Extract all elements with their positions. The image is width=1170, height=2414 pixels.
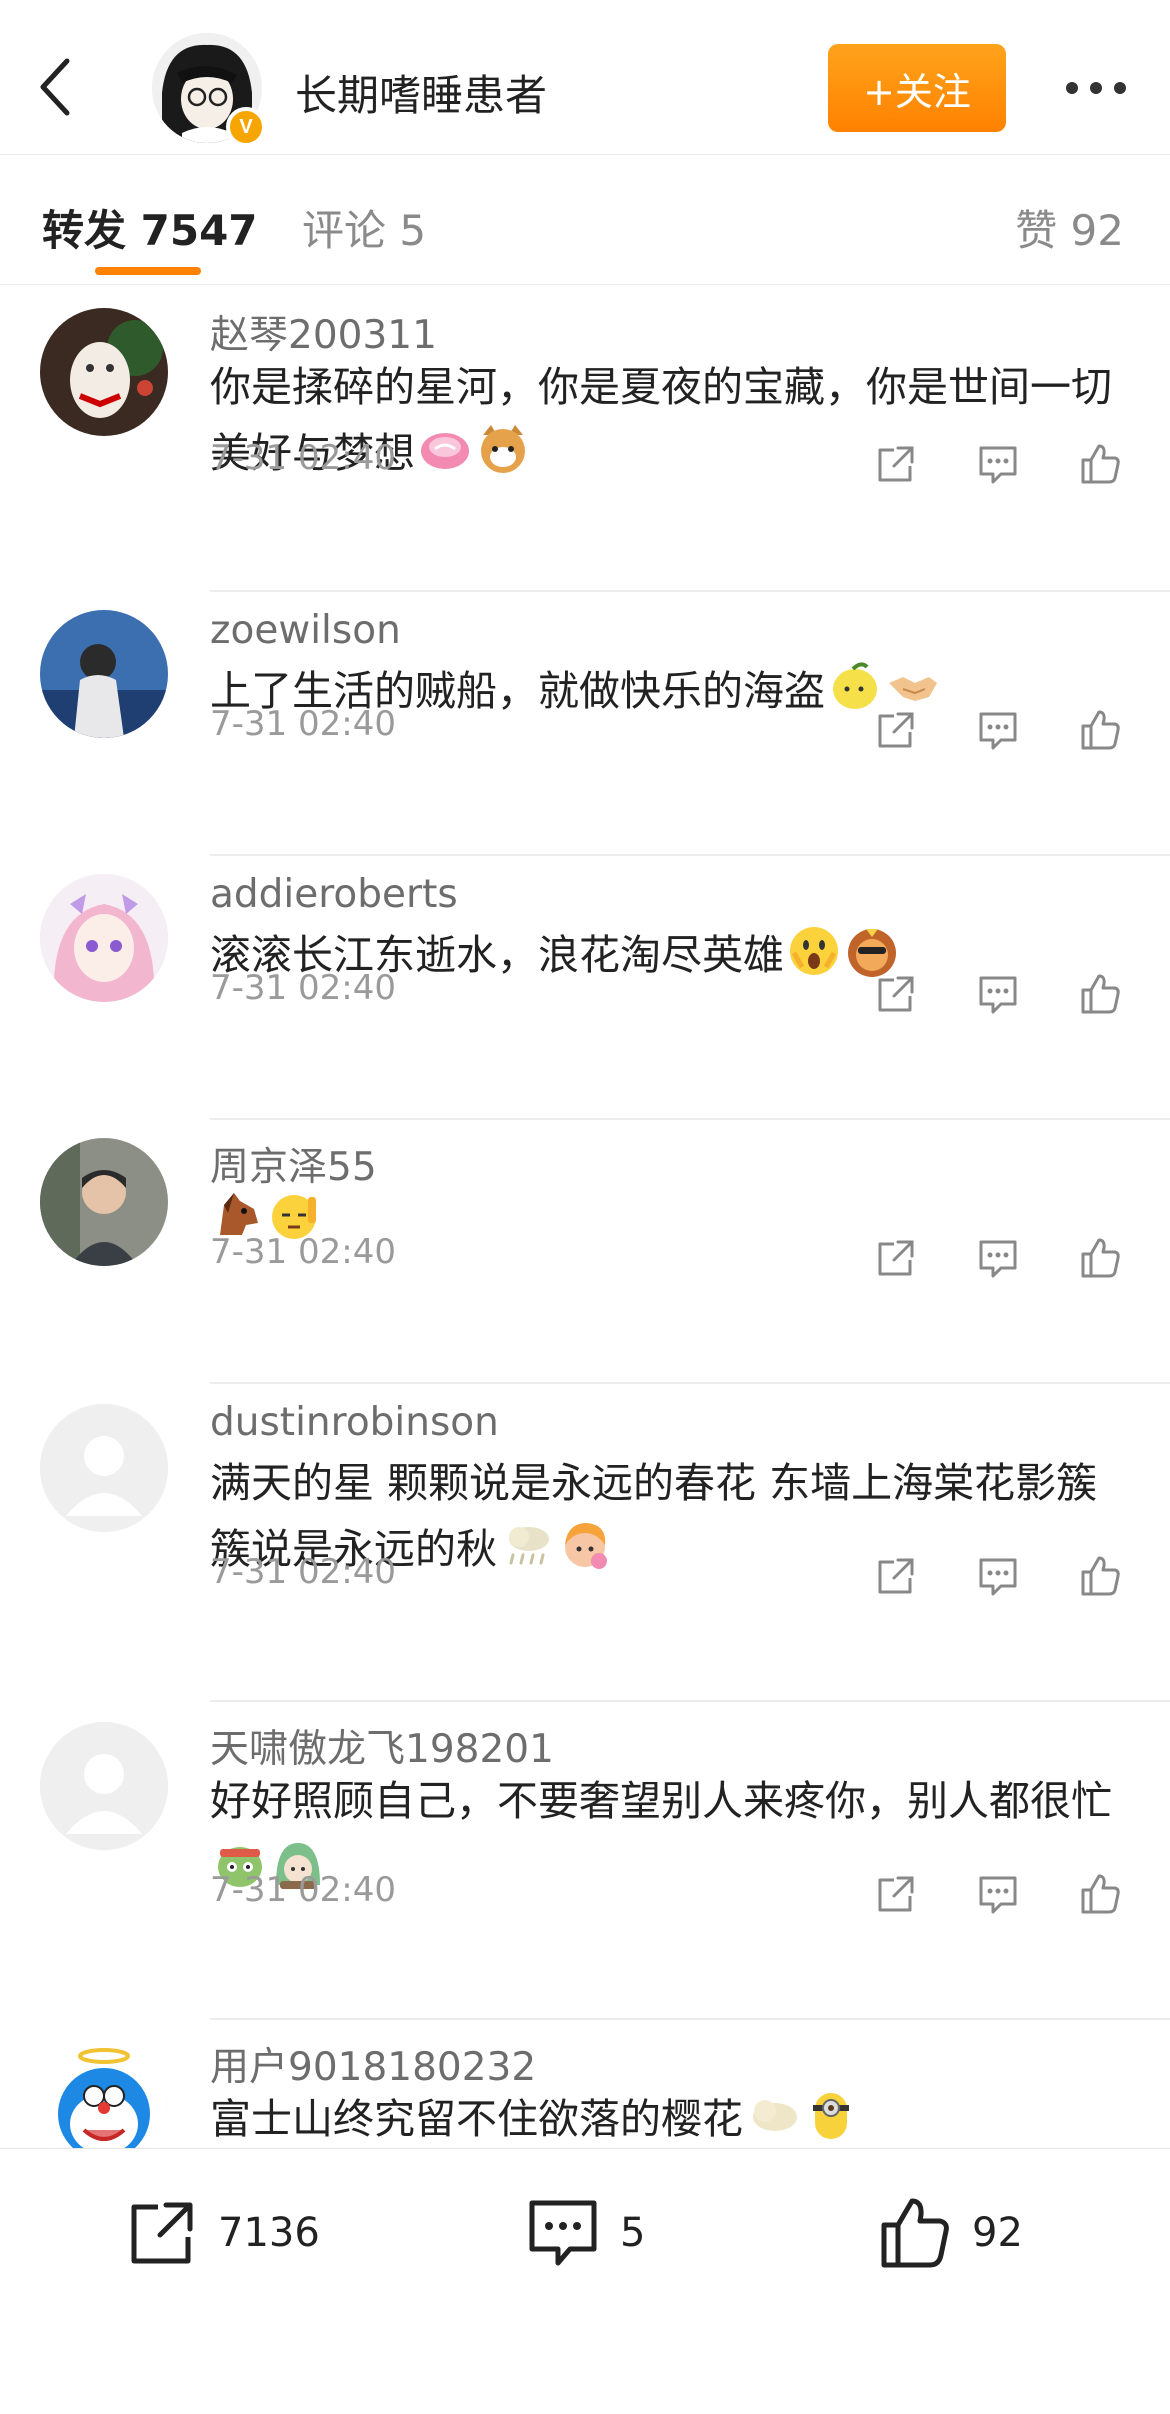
- active-tab-indicator: [95, 267, 201, 275]
- username[interactable]: 赵琴200311: [210, 304, 437, 360]
- repost-text: 富士山终究留不住欲落的樱花: [210, 2086, 1130, 2148]
- list-item: 天啸傲龙飞198201 好好照顾自己，不要奢望别人来疼你，别人都很忙 7-31 …: [0, 1702, 1170, 2020]
- repost-icon[interactable]: [868, 436, 924, 492]
- follow-button[interactable]: +关注: [828, 44, 1006, 132]
- list-item: addieroberts 滚滚长江东逝水，浪花淘尽英雄 7-31 02:40: [0, 856, 1170, 1120]
- repost-icon[interactable]: [868, 1548, 924, 1604]
- cat-emoji-icon: [481, 425, 525, 473]
- comment-icon[interactable]: [970, 1866, 1026, 1922]
- like-icon[interactable]: [1072, 1548, 1128, 1604]
- comment-icon[interactable]: [970, 436, 1026, 492]
- avatar[interactable]: [40, 1404, 168, 1532]
- username[interactable]: zoewilson: [210, 608, 401, 653]
- username[interactable]: 周京泽55: [210, 1136, 377, 1192]
- bottom-action-bar: 7136 5 92: [0, 2148, 1170, 2414]
- timestamp: 7-31 02:40: [210, 438, 396, 478]
- top-bar: V 长期嗜睡患者 +关注: [0, 0, 1170, 155]
- repost-text-body: 富士山终究留不住欲落的樱花: [210, 2095, 743, 2143]
- username[interactable]: 用户9018180232: [210, 2036, 536, 2092]
- action-row: [868, 702, 1138, 758]
- repost-icon[interactable]: [868, 966, 924, 1022]
- more-options-icon[interactable]: [1056, 68, 1136, 108]
- list-item: 用户9018180232 富士山终究留不住欲落的樱花: [0, 2020, 1170, 2148]
- minion-emoji-icon: [813, 2093, 849, 2139]
- like-icon[interactable]: [1072, 966, 1128, 1022]
- tab-repost[interactable]: 转发 7547: [42, 197, 258, 258]
- like-icon: [881, 2198, 949, 2268]
- list-item: 周京泽55 7-31 02:40: [0, 1120, 1170, 1384]
- comment-icon: [529, 2200, 597, 2266]
- avatar[interactable]: [40, 2040, 168, 2148]
- avatar[interactable]: [40, 610, 168, 738]
- action-row: [868, 1548, 1138, 1604]
- timestamp: 7-31 02:40: [210, 1870, 396, 1910]
- action-row: [868, 1866, 1138, 1922]
- avatar[interactable]: [40, 308, 168, 436]
- timestamp: 7-31 02:40: [210, 1232, 396, 1272]
- repost-text-body: 好好照顾自己，不要奢望别人来疼你，别人都很忙: [210, 1777, 1112, 1825]
- comment-icon[interactable]: [970, 966, 1026, 1022]
- action-row: [868, 1230, 1138, 1286]
- username[interactable]: addieroberts: [210, 872, 458, 917]
- repost-count: 7136: [218, 2210, 320, 2256]
- back-button[interactable]: [30, 52, 80, 122]
- like-icon[interactable]: [1072, 436, 1128, 492]
- rain-cloud-emoji-icon: [509, 1527, 549, 1565]
- timestamp: 7-31 02:40: [210, 968, 396, 1008]
- action-row: [868, 966, 1138, 1022]
- cloud-emoji-icon: [753, 2100, 797, 2131]
- action-row: [868, 436, 1138, 492]
- avatar[interactable]: [40, 874, 168, 1002]
- verified-badge-icon: V: [226, 107, 266, 147]
- timestamp: 7-31 02:40: [210, 704, 396, 744]
- like-icon[interactable]: [1072, 1230, 1128, 1286]
- avatar[interactable]: [40, 1138, 168, 1266]
- author-name[interactable]: 长期嗜睡患者: [295, 62, 547, 123]
- chevron-left-icon: [40, 58, 70, 116]
- username[interactable]: 天啸傲龙飞198201: [210, 1718, 554, 1774]
- tab-comment[interactable]: 评论 5: [302, 197, 426, 258]
- comment-count: 5: [620, 2210, 646, 2256]
- list-item: zoewilson 上了生活的贼船，就做快乐的海盗 7-31 02:40: [0, 592, 1170, 856]
- author-avatar[interactable]: V: [152, 33, 266, 147]
- tab-like[interactable]: 赞 92: [1015, 197, 1124, 258]
- avatar[interactable]: [40, 1722, 168, 1850]
- bottom-repost-button[interactable]: 7136: [124, 2193, 320, 2273]
- surprised-emoji-icon: [790, 927, 838, 975]
- repost-icon[interactable]: [868, 1866, 924, 1922]
- like-count: 92: [972, 2210, 1023, 2256]
- tab-bar: 转发 7547 评论 5 赞 92: [0, 155, 1170, 285]
- comment-icon[interactable]: [970, 702, 1026, 758]
- comment-icon[interactable]: [970, 1230, 1026, 1286]
- list-item: dustinrobinson 满天的星 颗颗说是永远的春花 东墙上海棠花影簇簇说…: [0, 1384, 1170, 1702]
- candy-emoji-icon: [421, 433, 469, 469]
- like-icon[interactable]: [1072, 702, 1128, 758]
- bottom-like-button[interactable]: 92: [876, 2193, 1023, 2273]
- repost-list[interactable]: 赵琴200311 你是揉碎的星河，你是夏夜的宝藏，你是世间一切美好与梦想 7-3…: [0, 286, 1170, 2148]
- timestamp: 7-31 02:40: [210, 1552, 396, 1592]
- list-item: 赵琴200311 你是揉碎的星河，你是夏夜的宝藏，你是世间一切美好与梦想 7-3…: [0, 286, 1170, 592]
- comment-icon[interactable]: [970, 1548, 1026, 1604]
- username[interactable]: dustinrobinson: [210, 1400, 499, 1445]
- bottom-comment-button[interactable]: 5: [524, 2193, 645, 2273]
- like-icon[interactable]: [1072, 1866, 1128, 1922]
- cute-girl-emoji-icon: [565, 1523, 607, 1569]
- repost-icon[interactable]: [868, 1230, 924, 1286]
- repost-icon: [131, 2202, 193, 2264]
- repost-icon[interactable]: [868, 702, 924, 758]
